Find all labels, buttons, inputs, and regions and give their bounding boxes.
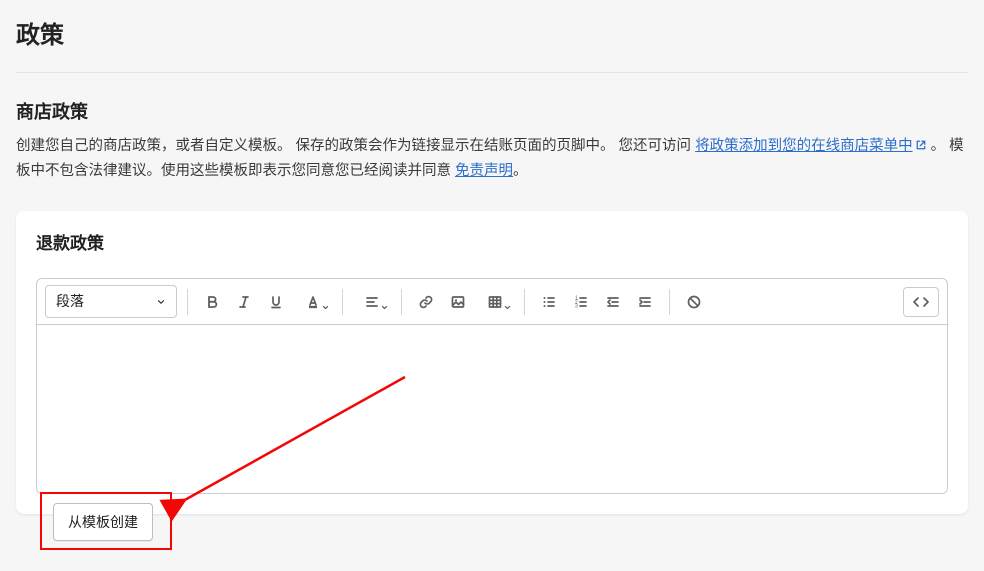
toolbar-divider [187, 289, 188, 315]
store-policy-section: 商店政策 创建您自己的商店政策，或者自定义模板。 保存的政策会作为链接显示在结账… [16, 73, 968, 185]
rich-text-editor: 段落 [36, 278, 948, 494]
card-title: 退款政策 [36, 231, 948, 257]
clear-format-button[interactable] [680, 288, 708, 316]
table-button[interactable] [476, 288, 514, 316]
refund-policy-card: 退款政策 段落 [16, 211, 968, 515]
outdent-button[interactable] [599, 288, 627, 316]
image-button[interactable] [444, 288, 472, 316]
section-description: 创建您自己的商店政策，或者自定义模板。 保存的政策会作为链接显示在结账页面的页脚… [16, 134, 968, 185]
desc-text-1: 创建您自己的商店政策，或者自定义模板。 保存的政策会作为链接显示在结账页面的页脚… [16, 138, 695, 154]
list-bullet-icon [541, 294, 557, 310]
link-icon [418, 294, 434, 310]
numbered-list-button[interactable]: 123 [567, 288, 595, 316]
paragraph-style-select[interactable]: 段落 [45, 285, 177, 318]
svg-text:3: 3 [575, 303, 578, 309]
indent-icon [637, 294, 653, 310]
underline-button[interactable] [262, 288, 290, 316]
indent-button[interactable] [631, 288, 659, 316]
align-button[interactable] [353, 288, 391, 316]
table-icon [487, 294, 503, 310]
section-heading: 商店政策 [16, 99, 968, 126]
chevron-down-icon [322, 304, 329, 311]
external-link-icon [915, 139, 927, 151]
code-icon [912, 294, 930, 310]
italic-icon [236, 294, 252, 310]
list-number-icon: 123 [573, 294, 589, 310]
editor-toolbar: 段落 [37, 279, 947, 325]
underline-icon [268, 294, 284, 310]
text-color-icon [305, 294, 321, 310]
align-left-icon [364, 294, 380, 310]
toolbar-divider [669, 289, 670, 315]
link-button[interactable] [412, 288, 440, 316]
add-policy-to-menu-link[interactable]: 将政策添加到您的在线商店菜单中 [695, 138, 927, 154]
bold-button[interactable] [198, 288, 226, 316]
toolbar-divider [401, 289, 402, 315]
style-select-label: 段落 [56, 291, 84, 312]
code-view-button[interactable] [903, 287, 939, 317]
disclaimer-link[interactable]: 免责声明 [455, 163, 513, 179]
desc-text-3: 。 [513, 163, 528, 179]
create-from-template-button[interactable]: 从模板创建 [53, 503, 153, 541]
chevron-down-icon [504, 304, 511, 311]
toolbar-divider [524, 289, 525, 315]
editor-content-area[interactable] [37, 325, 947, 493]
chevron-down-icon [381, 304, 388, 311]
link-text-1: 将政策添加到您的在线商店菜单中 [695, 138, 913, 154]
bold-icon [204, 294, 220, 310]
chevron-down-icon [156, 297, 166, 307]
text-color-button[interactable] [294, 288, 332, 316]
image-icon [450, 294, 466, 310]
page-title: 政策 [16, 10, 968, 73]
outdent-icon [605, 294, 621, 310]
italic-button[interactable] [230, 288, 258, 316]
no-icon [686, 294, 702, 310]
bullet-list-button[interactable] [535, 288, 563, 316]
toolbar-divider [342, 289, 343, 315]
